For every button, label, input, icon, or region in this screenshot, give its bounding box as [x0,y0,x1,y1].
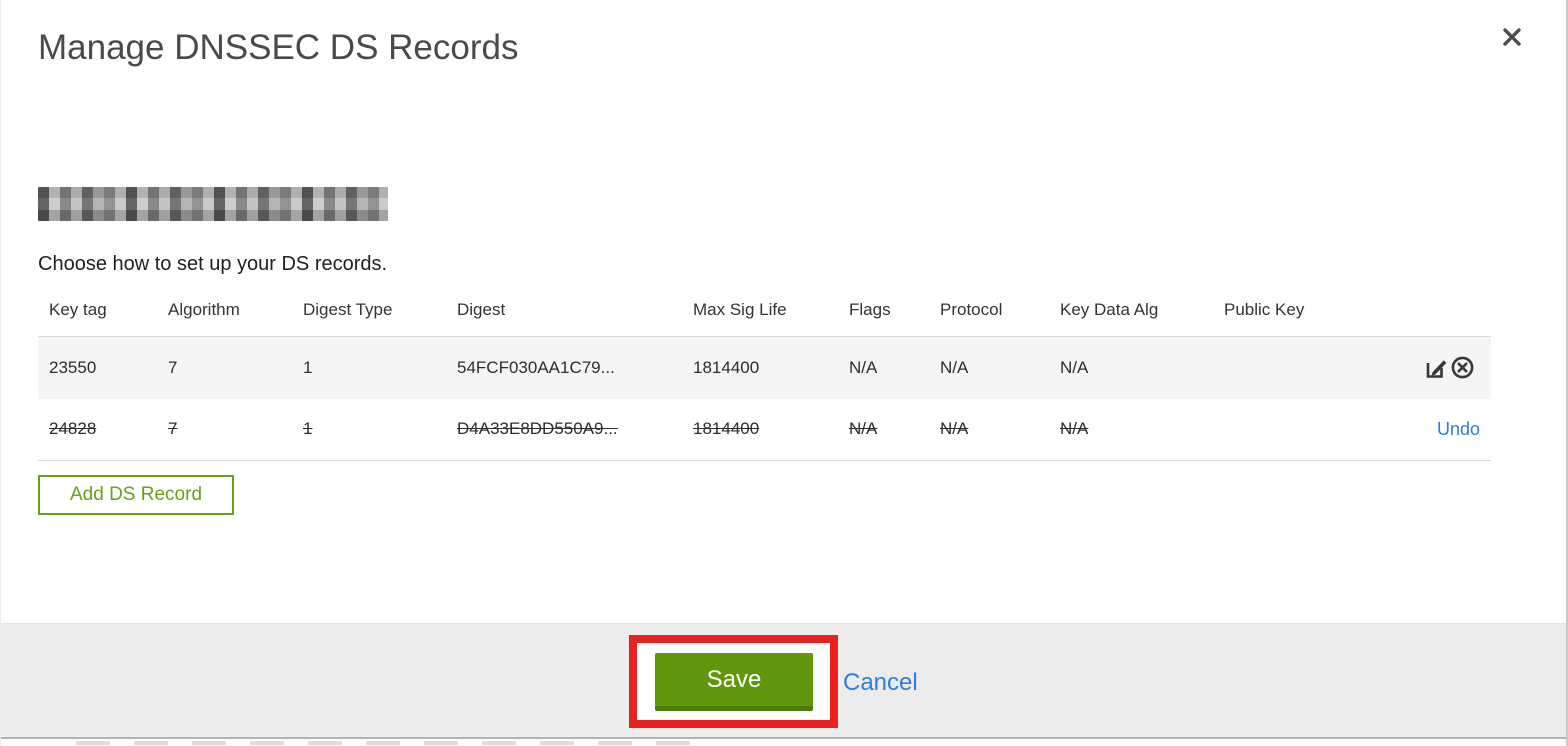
col-header-key-data-alg: Key Data Alg [1060,300,1159,319]
cancel-link[interactable]: Cancel [843,669,918,697]
row-actions [1373,337,1491,399]
cell-flags: N/A [849,357,878,377]
cell-protocol: N/A [940,357,969,377]
cell-public-key [1213,337,1373,399]
cell-flags: N/A [849,419,878,439]
dnssec-ds-records-modal: Manage DNSSEC DS Records Choose how to s… [0,0,1568,746]
cell-digest-type: 1 [303,419,313,439]
modal-header: Manage DNSSEC DS Records [1,0,1566,68]
col-header-key-tag: Key tag [49,300,107,319]
undo-link[interactable]: Undo [1437,419,1480,439]
cell-max-sig-life: 1814400 [693,419,760,439]
edit-icon[interactable] [1424,355,1449,380]
annotation-highlight-box: Save [629,635,838,728]
col-header-protocol: Protocol [940,300,1003,319]
ds-records-table: Key tag Algorithm Digest Type Digest Max… [38,288,1491,461]
table-row: 24828 7 1 D4A33E8DD550A9... 1814400 N/A … [38,398,1491,461]
col-header-max-sig-life: Max Sig Life [693,300,787,319]
cell-digest: 54FCF030AA1C79... [457,357,615,377]
cell-max-sig-life: 1814400 [693,357,760,377]
save-button[interactable]: Save [655,653,813,711]
cell-key-tag: 23550 [49,357,97,377]
row-actions: Undo [1373,399,1491,461]
col-header-digest: Digest [457,300,506,319]
close-icon[interactable] [1496,22,1528,54]
add-ds-record-button[interactable]: Add DS Record [38,475,235,515]
modal-body: Choose how to set up your DS records. Ke… [1,187,1566,515]
setup-instruction-text: Choose how to set up your DS records. [38,253,388,275]
col-header-actions [1373,288,1491,337]
cell-key-tag: 24828 [49,419,97,439]
cell-algorithm: 7 [168,357,178,377]
cell-key-data-alg: N/A [1060,357,1089,377]
cell-digest-type: 1 [303,357,313,377]
page-title: Manage DNSSEC DS Records [38,28,519,67]
page-behind-modal-strip [1,737,1566,746]
cell-algorithm: 7 [168,419,178,439]
table-row: 23550 7 1 54FCF030AA1C79... 1814400 N/A … [38,336,1491,399]
delete-icon[interactable] [1450,355,1475,380]
col-header-public-key: Public Key [1224,300,1305,319]
cell-protocol: N/A [940,419,969,439]
cell-digest: D4A33E8DD550A9... [457,419,618,439]
modal-footer: Save Cancel [1,623,1566,737]
cell-public-key [1213,399,1373,461]
redacted-domain-name [38,187,388,221]
cell-key-data-alg: N/A [1060,419,1089,439]
close-x-glyph [1503,27,1521,46]
table-header-row: Key tag Algorithm Digest Type Digest Max… [38,288,1491,337]
col-header-flags: Flags [849,300,891,319]
col-header-algorithm: Algorithm [168,300,240,319]
col-header-digest-type: Digest Type [303,300,393,319]
